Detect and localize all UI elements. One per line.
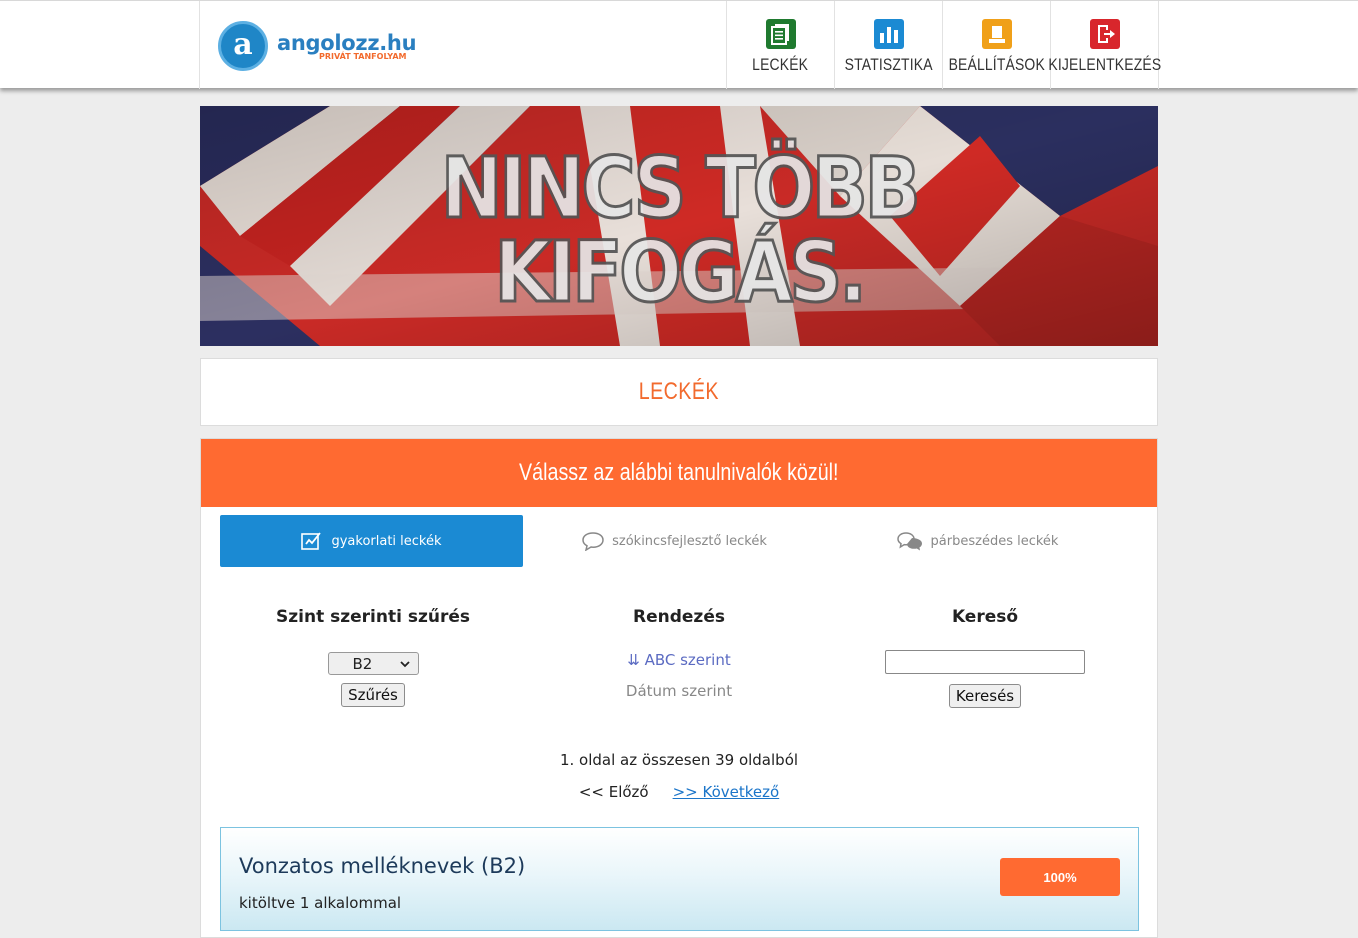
tab-practical-lessons[interactable]: gyakorlati leckék [220, 515, 523, 567]
page-title-text: LECKÉK [638, 378, 720, 405]
nav-item-logout[interactable]: KIJELENTKEZÉS [1048, 1, 1161, 89]
header-container: a angolozz.hu PRIVÁT TANFOLYAM LECKÉK ST… [199, 1, 1161, 89]
nav-item-settings[interactable]: BEÁLLÍTÁSOK [942, 1, 1050, 89]
logout-icon [1089, 19, 1120, 49]
logo-letter: a [233, 26, 253, 62]
logo-mark: a [218, 21, 268, 71]
pagination-info: 1. oldal az összesen 39 oldalból [559, 751, 799, 769]
top-header: a angolozz.hu PRIVÁT TANFOLYAM LECKÉK ST… [0, 0, 1358, 89]
settings-icon [981, 19, 1012, 49]
lesson-completion-count: kitöltve 1 alkalommal [239, 894, 402, 912]
nav-label-logout: KIJELENTKEZÉS [1048, 55, 1161, 74]
level-select[interactable]: B2 [327, 652, 419, 675]
search-button[interactable]: Keresés [948, 684, 1022, 708]
panel-heading: Válassz az alábbi tanulnivalók közül! [519, 459, 839, 486]
level-filter-title: Szint szerinti szűrés [276, 607, 470, 627]
lesson-card[interactable]: Vonzatos melléknevek (B2) kitöltve 1 alk… [220, 827, 1139, 931]
chat-bubbles-icon [896, 532, 922, 551]
level-select-value: B2 [352, 654, 373, 673]
pagination: << Előző >> Következő [201, 783, 1157, 801]
tab-label: szókincsfejlesztő leckék [612, 533, 767, 549]
statistics-icon [873, 19, 904, 49]
tab-vocabulary-lessons[interactable]: szókincsfejlesztő leckék [523, 515, 826, 567]
hero-banner: NINCS TÖBB KIFOGÁS. [200, 106, 1158, 346]
nav-item-statistics[interactable]: STATISZTIKA [834, 1, 942, 89]
level-filter: Szint szerinti szűrés B2 Szűrés [220, 607, 526, 708]
search-box: Kereső Keresés [832, 607, 1138, 708]
controls-row: Szint szerinti szűrés B2 Szűrés Rendezés… [220, 607, 1138, 708]
speech-bubble-icon [582, 532, 604, 551]
tab-dialogue-lessons[interactable]: párbeszédes leckék [826, 515, 1129, 567]
lesson-score-badge: 100% [1000, 858, 1120, 896]
search-input[interactable] [885, 650, 1085, 674]
logo-tagline: PRIVÁT TANFOLYAM [319, 52, 407, 61]
sort-title: Rendezés [633, 607, 725, 627]
chevron-down-icon [399, 660, 410, 667]
prev-page-link[interactable]: << Előző [579, 783, 649, 801]
lesson-type-tabs: gyakorlati leckék szókincsfejlesztő leck… [220, 515, 1138, 567]
next-page-link[interactable]: >> Következő [673, 783, 780, 801]
main-nav: LECKÉK STATISZTIKA BEÁLLÍTÁSOK KIJELENTK… [726, 1, 1161, 89]
tab-label: gyakorlati leckék [331, 533, 442, 549]
lessons-panel: Válassz az alábbi tanulnivalók közül! gy… [200, 438, 1158, 938]
sort-options: Rendezés ⇊ ABC szerint Dátum szerint [526, 607, 832, 708]
sort-date-link[interactable]: Dátum szerint [626, 682, 732, 700]
page-title: LECKÉK [200, 358, 1158, 426]
sort-abc-link[interactable]: ⇊ ABC szerint [627, 651, 731, 669]
filter-button[interactable]: Szűrés [341, 683, 405, 707]
site-logo[interactable]: a angolozz.hu PRIVÁT TANFOLYAM [218, 19, 438, 73]
panel-header: Válassz az alábbi tanulnivalók közül! [201, 439, 1157, 507]
banner-slogan: NINCS TÖBB KIFOGÁS. [439, 139, 922, 321]
logo-text: angolozz.hu PRIVÁT TANFOLYAM [277, 31, 417, 61]
nav-item-lessons[interactable]: LECKÉK [726, 1, 834, 89]
tab-label: párbeszédes leckék [930, 533, 1059, 549]
nav-label-statistics: STATISZTIKA [844, 55, 933, 74]
lessons-icon [765, 19, 796, 49]
nav-label-lessons: LECKÉK [752, 55, 809, 74]
search-title: Kereső [951, 607, 1019, 627]
lesson-title[interactable]: Vonzatos melléknevek (B2) [239, 854, 525, 878]
edit-icon [301, 532, 322, 550]
nav-label-settings: BEÁLLÍTÁSOK [948, 55, 1045, 74]
